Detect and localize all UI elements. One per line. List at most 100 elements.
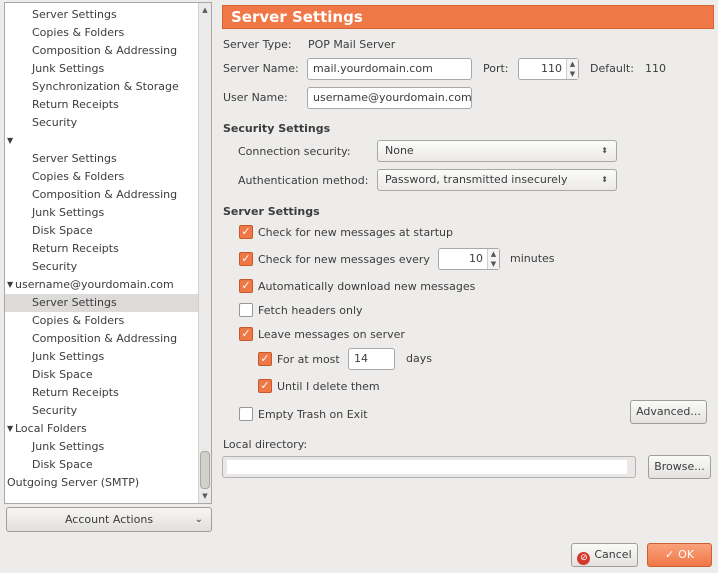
tree-item[interactable]: Security	[5, 402, 199, 420]
tree-item[interactable]: Copies & Folders	[5, 24, 199, 42]
server-name-field[interactable]: mail.yourdomain.com	[307, 58, 472, 80]
days-unit: days	[406, 352, 432, 365]
account-actions-button[interactable]: Account Actions ⌄	[6, 507, 212, 532]
tree-item-label: Copies & Folders	[32, 26, 125, 39]
check-interval-value: 10	[469, 252, 483, 265]
tree-item[interactable]: Disk Space	[5, 456, 199, 474]
tree-item-label: Security	[32, 404, 78, 417]
check-every-checkbox[interactable]: ✓	[239, 252, 253, 266]
tree-item-label: Junk Settings	[32, 206, 105, 219]
check-every-label[interactable]: Check for new messages every	[258, 253, 430, 266]
ok-button[interactable]: ✓ OK	[647, 543, 712, 567]
tree-item-label: Return Receipts	[32, 386, 119, 399]
server-name-label: Server Name:	[223, 62, 299, 75]
empty-trash-checkbox[interactable]	[239, 407, 253, 421]
tree-item[interactable]: Junk Settings	[5, 438, 199, 456]
tree-item-label: Outgoing Server (SMTP)	[7, 476, 140, 489]
until-delete-label[interactable]: Until I delete them	[277, 380, 380, 393]
security-settings-heading: Security Settings	[223, 122, 331, 135]
tree-item[interactable]: Server Settings	[5, 294, 199, 312]
tree-item[interactable]: Junk Settings	[5, 348, 199, 366]
tree-account-row[interactable]: ▼	[5, 132, 199, 150]
tree-account-row[interactable]: ▼ username@yourdomain.com	[5, 276, 199, 294]
tree-item[interactable]: Composition & Addressing	[5, 186, 199, 204]
page-title: Server Settings	[222, 5, 714, 29]
tree-item-label: Server Settings	[32, 152, 117, 165]
tree-item[interactable]: Security	[5, 114, 199, 132]
tree-item[interactable]: Copies & Folders	[5, 312, 199, 330]
leave-on-server-checkbox[interactable]: ✓	[239, 327, 253, 341]
auto-download-label[interactable]: Automatically download new messages	[258, 280, 475, 293]
checkmark-icon: ✓	[664, 548, 675, 561]
tree-item[interactable]: Server Settings	[5, 6, 199, 24]
tree-item[interactable]: Disk Space	[5, 366, 199, 384]
default-port-label: Default:	[590, 62, 634, 75]
check-startup-checkbox[interactable]: ✓	[239, 225, 253, 239]
cancel-icon: ⊘	[577, 552, 591, 565]
tree-item[interactable]: Composition & Addressing	[5, 330, 199, 348]
connection-security-select[interactable]: None ⬍	[377, 140, 617, 162]
browse-button[interactable]: Browse...	[648, 455, 711, 479]
days-field[interactable]: 14	[348, 348, 395, 370]
tree-item[interactable]: Copies & Folders	[5, 168, 199, 186]
local-directory-value	[227, 460, 627, 474]
tree-item-label: Disk Space	[32, 368, 93, 381]
tree-account-row[interactable]: ▼ Local Folders	[5, 420, 199, 438]
account-actions-label: Account Actions	[64, 513, 154, 526]
empty-trash-label[interactable]: Empty Trash on Exit	[258, 408, 368, 421]
for-at-most-label[interactable]: For at most	[277, 353, 340, 366]
auto-download-checkbox[interactable]: ✓	[239, 279, 253, 293]
default-port-value: 110	[645, 62, 666, 75]
tree-item[interactable]: Security	[5, 258, 199, 276]
connection-security-value: None	[385, 144, 414, 157]
stepper-arrows-icon[interactable]: ▲ ▼	[487, 249, 499, 269]
check-interval-unit: minutes	[510, 252, 555, 265]
chevron-down-icon: ⌄	[194, 514, 203, 525]
check-interval-stepper[interactable]: 10 ▲ ▼	[438, 248, 500, 270]
expander-triangle-icon[interactable]: ▼	[7, 132, 15, 150]
local-directory-field[interactable]	[222, 456, 636, 478]
tree-item[interactable]: Return Receipts	[5, 240, 199, 258]
tree-item[interactable]: Junk Settings	[5, 60, 199, 78]
tree-item[interactable]: Junk Settings	[5, 204, 199, 222]
tree-item-label: Local Folders	[15, 422, 87, 435]
expander-triangle-icon[interactable]: ▼	[7, 276, 15, 294]
scrollbar-thumb[interactable]	[200, 451, 210, 489]
connection-security-label: Connection security:	[238, 145, 351, 158]
account-tree[interactable]: Server Settings Copies & Folders Compositi…	[4, 2, 212, 504]
tree-scrollbar[interactable]: ▲ ▼	[198, 3, 211, 503]
until-delete-checkbox[interactable]: ✓	[258, 379, 272, 393]
tree-item[interactable]: Composition & Addressing	[5, 42, 199, 60]
tree-item-label: Security	[32, 260, 78, 273]
stepper-arrows-icon[interactable]: ▲ ▼	[566, 59, 578, 79]
tree-item[interactable]: Synchronization & Storage	[5, 78, 199, 96]
fetch-headers-checkbox[interactable]	[239, 303, 253, 317]
user-name-field[interactable]: username@yourdomain.com	[307, 87, 472, 109]
tree-item-label: Composition & Addressing	[32, 332, 178, 345]
scroll-down-icon[interactable]: ▼	[199, 490, 211, 502]
updown-arrow-icon: ⬍	[601, 175, 608, 184]
tree-item[interactable]: Server Settings	[5, 150, 199, 168]
tree-item[interactable]: Return Receipts	[5, 384, 199, 402]
tree-item-label: Synchronization & Storage	[32, 80, 179, 93]
tree-item-label: Return Receipts	[32, 242, 119, 255]
auth-method-value: Password, transmitted insecurely	[385, 173, 568, 186]
auth-method-select[interactable]: Password, transmitted insecurely ⬍	[377, 169, 617, 191]
server-settings-heading: Server Settings	[223, 205, 320, 218]
tree-item[interactable]: Disk Space	[5, 222, 199, 240]
scroll-up-icon[interactable]: ▲	[199, 4, 211, 16]
check-startup-label[interactable]: Check for new messages at startup	[258, 226, 453, 239]
advanced-button[interactable]: Advanced...	[630, 400, 707, 424]
tree-item[interactable]: Return Receipts	[5, 96, 199, 114]
tree-item-label: Composition & Addressing	[32, 44, 178, 57]
tree-item-label: Server Settings	[32, 8, 117, 21]
port-stepper[interactable]: 110 ▲ ▼	[518, 58, 579, 80]
local-directory-label: Local directory:	[223, 438, 308, 451]
server-type-value: POP Mail Server	[308, 38, 396, 51]
fetch-headers-label[interactable]: Fetch headers only	[258, 304, 363, 317]
cancel-button[interactable]: ⊘ Cancel	[571, 543, 638, 567]
for-at-most-checkbox[interactable]: ✓	[258, 352, 272, 366]
expander-triangle-icon[interactable]: ▼	[7, 420, 15, 438]
tree-account-row[interactable]: Outgoing Server (SMTP)	[5, 474, 199, 492]
leave-on-server-label[interactable]: Leave messages on server	[258, 328, 405, 341]
